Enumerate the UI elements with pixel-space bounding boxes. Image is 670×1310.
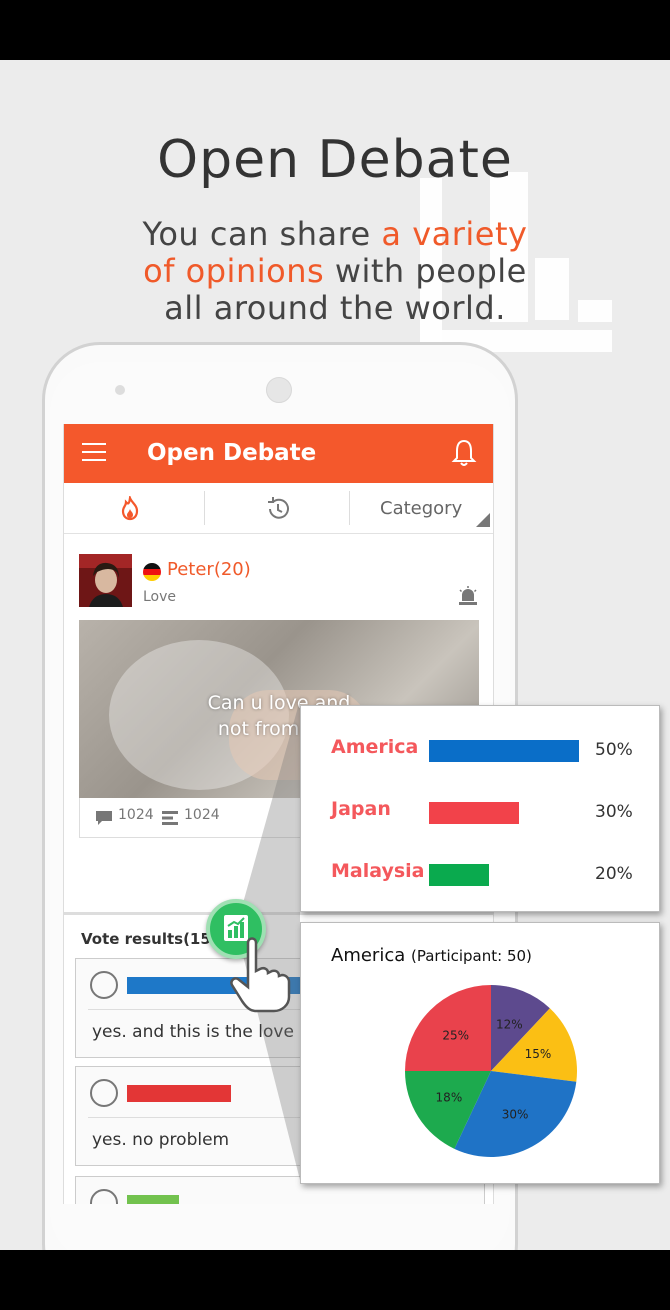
result-bar <box>429 740 579 762</box>
pie-slice-label: 15% <box>525 1047 552 1061</box>
result-percent: 20% <box>595 864 633 884</box>
pie-slice-label: 18% <box>436 1091 463 1105</box>
pointer-hand-icon <box>230 937 291 1013</box>
result-country: Malaysia <box>331 860 425 882</box>
pie-chart-popup: America (Participant: 50) 12% 15% 30% 18% 25… <box>300 922 660 1184</box>
pie-slice-label: 30% <box>502 1108 529 1122</box>
pie-slice-label: 12% <box>496 1018 523 1032</box>
app-screenshot: Open Debate You can share a variety of o… <box>0 0 670 1310</box>
result-country: America <box>331 736 419 758</box>
result-bar <box>429 802 519 824</box>
result-country: Japan <box>331 798 391 820</box>
pie-slice-label: 25% <box>442 1029 469 1043</box>
result-row: Malaysia 20% <box>301 854 659 894</box>
chart-title: America (Participant: 50) <box>331 945 532 966</box>
result-percent: 30% <box>595 802 633 822</box>
results-popup: America 50% Japan 30% Malaysia 20% <box>300 705 660 912</box>
navigation-bar <box>0 1250 670 1310</box>
result-percent: 50% <box>595 740 633 760</box>
result-row: America 50% <box>301 730 659 770</box>
pie-chart: 12% 15% 30% 18% 25% <box>405 985 577 1157</box>
result-row: Japan 30% <box>301 792 659 832</box>
result-bar <box>429 864 489 886</box>
